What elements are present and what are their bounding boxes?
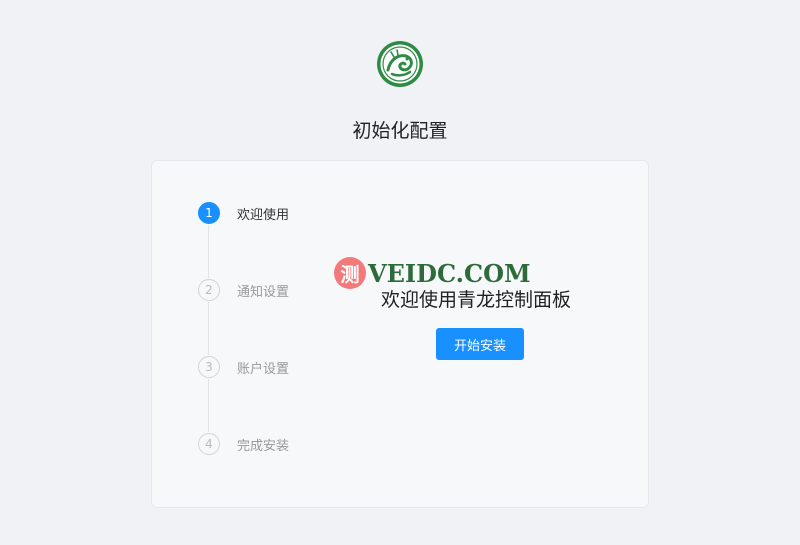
- step-account[interactable]: 3 账户设置: [198, 355, 289, 379]
- step-connector: [208, 379, 209, 432]
- step-welcome[interactable]: 1 欢迎使用: [198, 201, 289, 225]
- step-connector: [208, 302, 209, 355]
- welcome-heading: 欢迎使用青龙控制面板: [381, 289, 572, 311]
- step-number: 1: [198, 202, 220, 224]
- step-label: 通知设置: [237, 284, 290, 300]
- step-number: 4: [198, 433, 220, 455]
- qinglong-logo: [376, 40, 424, 88]
- step-number: 2: [198, 279, 220, 301]
- watermark-text: VEIDC.COM: [368, 258, 531, 288]
- watermark-badge: 测: [334, 257, 366, 289]
- step-label: 欢迎使用: [237, 207, 290, 223]
- step-label: 账户设置: [237, 361, 290, 377]
- step-label: 完成安装: [237, 438, 290, 454]
- start-install-button[interactable]: 开始安装: [436, 328, 524, 360]
- step-number: 3: [198, 356, 220, 378]
- step-complete[interactable]: 4 完成安装: [198, 432, 289, 456]
- page-title: 初始化配置: [352, 120, 448, 142]
- setup-card: 1 欢迎使用 2 通知设置 3 账户设置 4 完成安装 测 VEIDC.COM …: [151, 160, 649, 508]
- step-connector: [208, 225, 209, 278]
- step-notification[interactable]: 2 通知设置: [198, 278, 289, 302]
